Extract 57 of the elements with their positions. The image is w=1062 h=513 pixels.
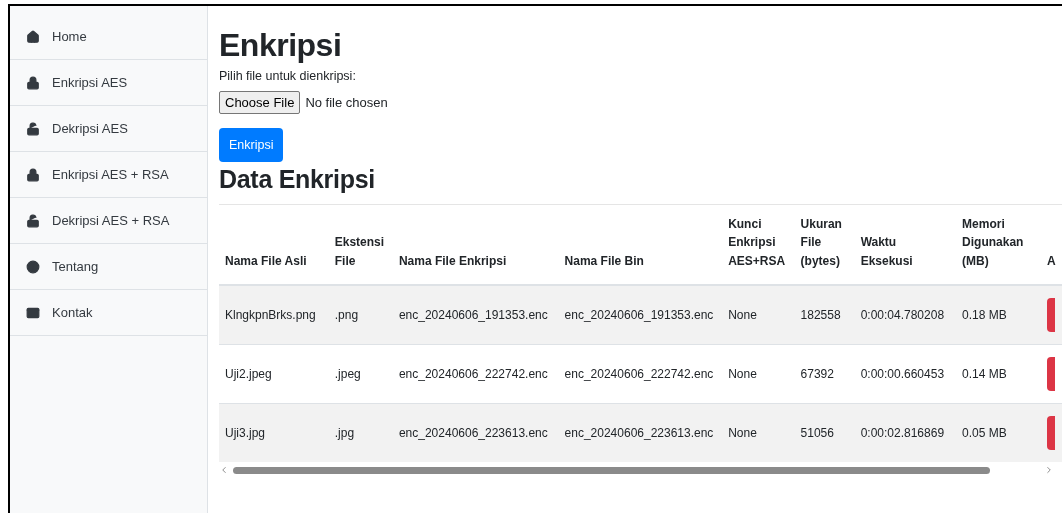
table-cell: enc_20240606_222742.enc — [558, 344, 723, 404]
choose-file-button[interactable]: Choose File — [219, 91, 301, 115]
file-status: No file chosen — [305, 95, 388, 111]
home-icon — [26, 29, 40, 44]
table-cell: KlngkpnBrks.png — [219, 285, 329, 345]
lock-icon — [26, 167, 40, 182]
scroll-right-icon[interactable] — [1044, 465, 1054, 476]
table-cell: None — [722, 344, 795, 404]
column-header: Nama File Enkripsi — [398, 252, 507, 270]
table-cell: .png — [328, 285, 393, 345]
sidebar-item[interactable]: Home — [10, 14, 207, 60]
table-cell: 67392 — [794, 344, 855, 404]
table-cell: enc_20240606_223613.enc — [558, 403, 723, 463]
sidebar-item[interactable]: Enkripsi AES + RSA — [10, 152, 207, 198]
table-cell: 182558 — [794, 285, 855, 345]
unlocked-lock-icon — [26, 121, 40, 136]
encrypt-button[interactable]: Enkripsi — [219, 128, 284, 163]
scroll-left-icon[interactable] — [219, 465, 229, 476]
delete-button[interactable] — [1047, 298, 1055, 333]
page-title: Enkripsi — [219, 28, 343, 64]
sidebar-item[interactable]: Dekripsi AES — [10, 106, 207, 152]
sidebar-item[interactable]: Enkripsi AES — [10, 60, 207, 106]
table-cell: .jpg — [328, 403, 393, 463]
table-cell: enc_20240606_191353.enc — [558, 285, 723, 345]
column-header: Nama File Asli — [225, 252, 307, 270]
column-header: Waktu Eksekusi — [860, 234, 914, 270]
column-header: A — [1047, 252, 1056, 270]
lock-icon — [26, 75, 40, 90]
table-cell: 0:00:02.816869 — [854, 403, 957, 463]
table-cell: .jpeg — [328, 344, 393, 404]
table-cell: 0:00:04.780208 — [854, 285, 957, 345]
table-cell: 51056 — [794, 403, 855, 463]
column-header: Kunci Enkripsi AES+RSA — [728, 215, 787, 270]
table-cell: None — [722, 285, 795, 345]
unlocked-lock-icon — [26, 213, 40, 228]
table-cell: 0.05 MB — [956, 403, 1041, 463]
delete-button[interactable] — [1047, 357, 1055, 392]
table-cell: 0.18 MB — [956, 285, 1041, 345]
column-header: Ukuran File (bytes) — [800, 215, 843, 270]
table-cell: enc_20240606_223613.enc — [392, 403, 559, 463]
sidebar-item[interactable]: Kontak — [10, 290, 207, 336]
delete-button[interactable] — [1047, 416, 1055, 451]
column-header: Memori Digunakan (MB) — [962, 215, 1025, 270]
column-header: Ekstensi File — [334, 234, 383, 270]
scrollbar-thumb[interactable] — [233, 466, 990, 474]
sidebar-item[interactable]: Tentang — [10, 244, 207, 290]
table-cell: None — [722, 403, 795, 463]
table-cell: enc_20240606_222742.enc — [392, 344, 559, 404]
file-label: Pilih file untuk dienkripsi: — [219, 69, 357, 84]
table-cell: Uji3.jpg — [219, 403, 329, 463]
table-cell: 0:00:00.660453 — [854, 344, 957, 404]
column-header: Nama File Bin — [564, 252, 644, 270]
section-title: Data Enkripsi — [219, 166, 376, 194]
sidebar-item[interactable]: Dekripsi AES + RSA — [10, 198, 207, 244]
table-cell: 0.14 MB — [956, 344, 1041, 404]
table-cell: Uji2.jpeg — [219, 344, 329, 404]
table-cell: enc_20240606_191353.enc — [392, 285, 559, 345]
